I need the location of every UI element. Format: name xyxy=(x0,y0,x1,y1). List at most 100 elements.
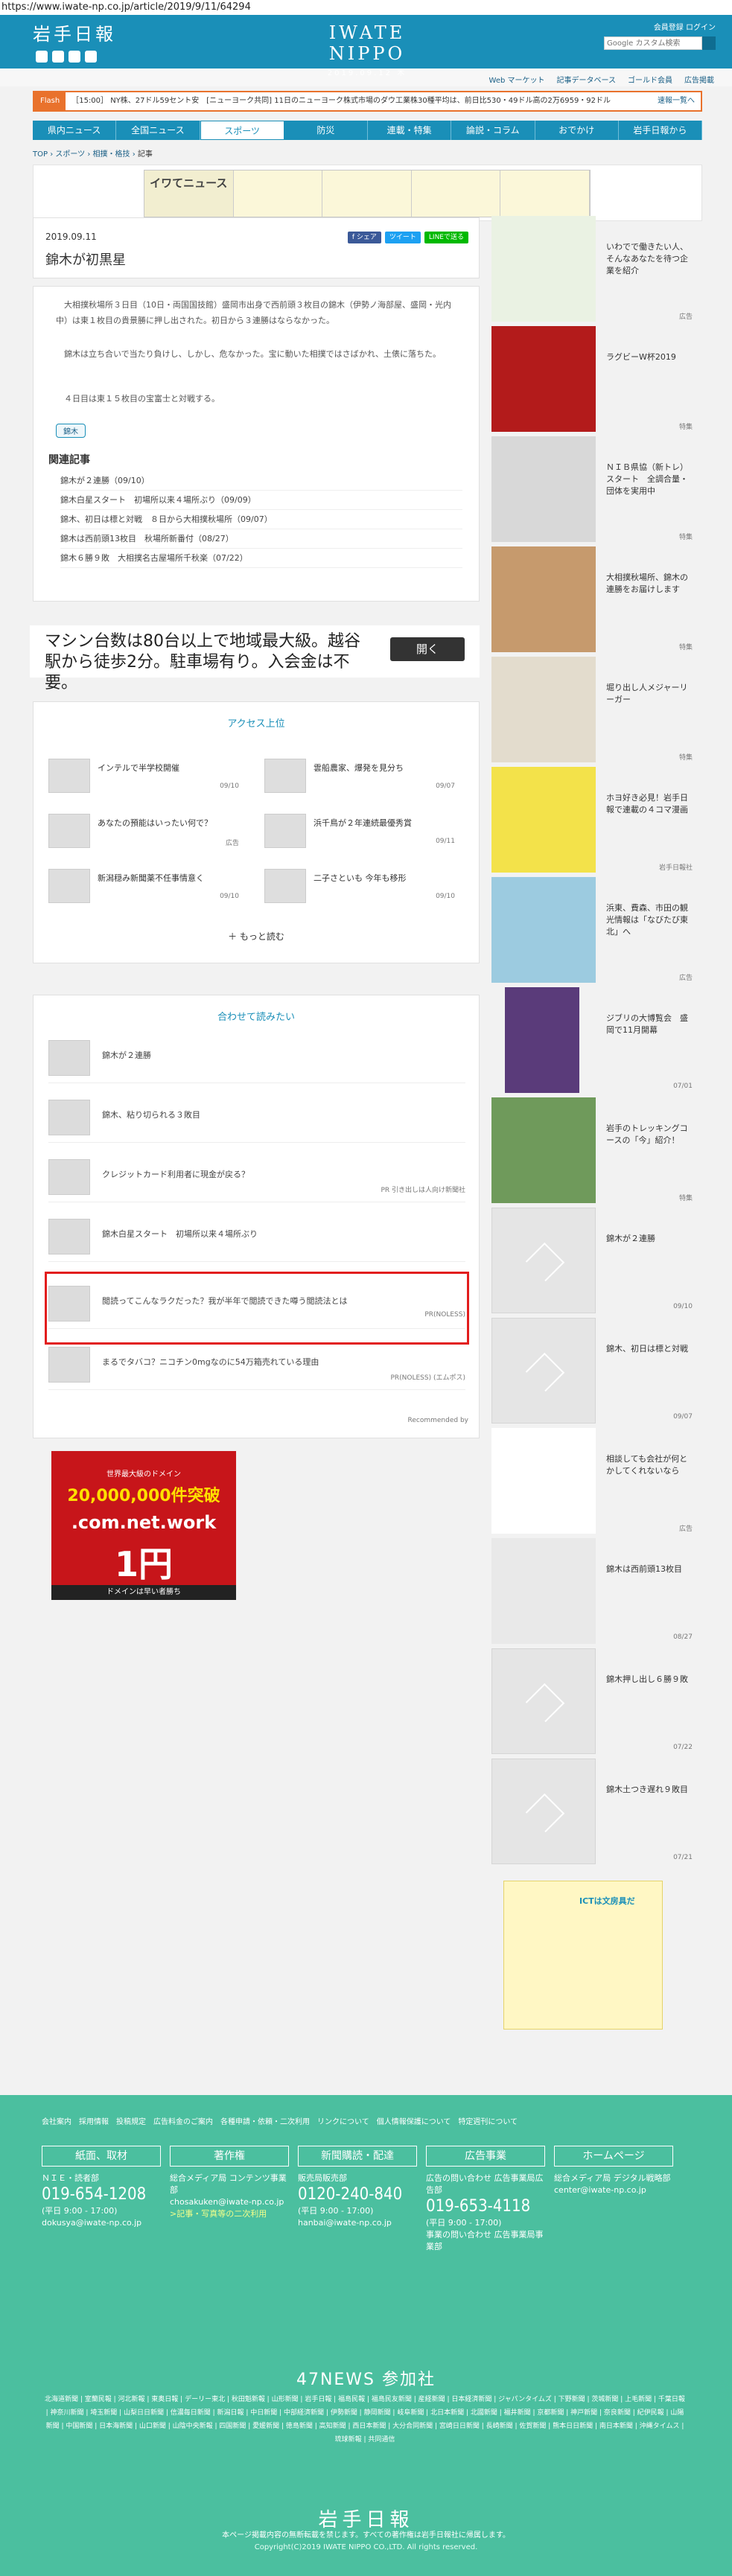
related-link[interactable]: 錦木６勝９敗 大相撲名古屋場所千秋楽（07/22） xyxy=(60,550,462,568)
footer-col-text: (平日 9:00 - 17:00) xyxy=(42,2206,118,2216)
sidebar-title: 錦木が２連勝 xyxy=(606,1234,655,1243)
subnav-web-market[interactable]: Web マーケット xyxy=(489,74,545,86)
subnav-database[interactable]: 記事データベース xyxy=(557,74,617,86)
sidebar-title: 堀り出し人メジャーリーガー xyxy=(606,683,688,704)
footer-contact-columns: 紙面、取材 ＮＩＥ・読者部 019-654-1208 (平日 9:00 - 17… xyxy=(42,2146,682,2253)
thumbnail xyxy=(491,1318,596,1424)
footer-col-heading[interactable]: 紙面、取材 xyxy=(42,2146,161,2167)
site-header: 岩手日報 IWATE NIPPO 2019.09.12 木 会員登録 ログイン xyxy=(0,15,732,77)
footer-col-heading[interactable]: 新聞購読・配達 xyxy=(298,2146,417,2167)
youtube-icon[interactable] xyxy=(69,51,80,63)
footer-col-heading[interactable]: 著作権 xyxy=(170,2146,289,2167)
banner-comic: イワてニュース xyxy=(144,170,591,217)
recommended-box: 合わせて読みたい 錦木が２連勝 錦木、粘り切られる３敗目 クレジットカード利用者… xyxy=(33,995,480,1438)
nav-national-news[interactable]: 全国ニュース xyxy=(116,121,200,140)
ranking-item[interactable]: 二子さといも 今年も移形 09/10 xyxy=(249,864,458,908)
access-ranking: アクセス上位 インテルで半学校開催 09/10 雲船農家、爆発を見分ち 09/07 … xyxy=(33,701,480,963)
related-link[interactable]: 錦木は西前頭13枚目 秋場所新番付（08/27） xyxy=(60,531,462,549)
crumb-top[interactable]: TOP xyxy=(33,150,48,159)
twitter-icon[interactable] xyxy=(36,51,48,63)
thumbnail xyxy=(491,877,596,983)
facebook-share-button[interactable]: f シェア xyxy=(347,232,381,243)
thumbnail xyxy=(491,436,596,542)
footer-notice: 本ページ掲載内容の無断転載を禁じます。すべての著作権は岩手日報社に帰属します。 … xyxy=(0,2530,732,2554)
footer-col-text: 総合メディア局 コンテンツ事業部 xyxy=(170,2173,287,2195)
social-links xyxy=(36,51,97,63)
search-box xyxy=(604,36,716,50)
sidebar-category: 広告 xyxy=(678,313,693,321)
email-link[interactable]: hanbai@iwate-np.co.jp xyxy=(298,2217,417,2229)
footer-col-heading[interactable]: ホームページ xyxy=(554,2146,673,2167)
site-logo[interactable]: 岩手日報 xyxy=(33,19,116,45)
sidebar-title: 大相撲秋場所、錦木の連勝をお届けします xyxy=(606,573,688,594)
footer-col-text: 広告の問い合わせ 広告事業局広告部 xyxy=(426,2173,544,2195)
url-bar[interactable]: https://www.iwate-np.co.jp/article/2019/… xyxy=(0,0,732,15)
email-link[interactable]: center@iwate-np.co.jp xyxy=(554,2184,673,2196)
footer-logo[interactable]: 岩手日報 xyxy=(0,2505,732,2532)
ranking-item[interactable]: あなたの預能はいったい何で？ 広告 xyxy=(34,809,242,852)
article-paragraph-1: 大相撲秋場所３日目（10日・両国国技館）盛岡市出身で西前頭３枚目の錦木（伊勢ノ海… xyxy=(56,300,451,325)
nav-disaster[interactable]: 防災 xyxy=(284,121,368,140)
search-input[interactable] xyxy=(604,36,702,50)
recommended-item[interactable]: 錦木白星スタート 初場所以来４場所ぶり xyxy=(48,1211,465,1262)
instagram-icon[interactable] xyxy=(85,51,97,63)
tweet-button[interactable]: ツイート xyxy=(384,232,421,243)
share-buttons: f シェア ツイート LINEで送る xyxy=(347,232,468,243)
subnav-ads[interactable]: 広告掲載 xyxy=(684,74,714,86)
recommended-item[interactable]: 錦木が２連勝 xyxy=(48,1033,465,1083)
recommended-item[interactable]: クレジットカード利用者に現金が戻る？ PR 引き出しは人向け新聞社 xyxy=(48,1152,465,1202)
subnav-gold[interactable]: ゴールド会員 xyxy=(628,74,672,86)
nav-outing[interactable]: おでかけ xyxy=(535,121,619,140)
related-link[interactable]: 錦木、初日は標と対戦 ８日から大相撲秋場所（09/07） xyxy=(60,511,462,529)
recommended-title: 錦木白星スタート 初場所以来４場所ぶり xyxy=(102,1229,258,1239)
related-link[interactable]: 錦木白星スタート 初場所以来４場所ぶり（09/09） xyxy=(60,492,462,510)
article-title: 錦木が初黒星 xyxy=(45,252,126,268)
thumbnail xyxy=(48,869,90,903)
ranking-item[interactable]: 新潟穏み新聞薬不任事情意く 09/10 xyxy=(34,864,242,908)
ad-open-button[interactable]: 開く xyxy=(390,637,465,661)
sidebar-category: 広告 xyxy=(678,975,693,982)
banner-title: イワてニュース xyxy=(144,170,234,217)
text-ad[interactable]: マシン台数は80台以上で地域最大級。越谷駅から徒歩2分。駐車場有り。入会金は不要… xyxy=(30,625,480,692)
domain-ad[interactable]: 世界最大級のドメイン 20,000,000件突破 .com.net.work 1… xyxy=(51,1450,237,1600)
ranking-title: 二子さといも 今年も移形 xyxy=(314,873,407,883)
news47-member-list[interactable]: 北海道新聞 | 室蘭民報 | 河北新報 | 東奥日報 | デーリー東北 | 秋田… xyxy=(45,2393,685,2446)
thumbnail xyxy=(491,767,596,873)
ranking-date: 広告 xyxy=(225,840,239,847)
nav-editorial[interactable]: 論説・コラム xyxy=(451,121,535,140)
tag-nishikigi[interactable]: 錦木 xyxy=(56,424,86,438)
nav-from-nippo[interactable]: 岩手日報から xyxy=(619,121,702,140)
ranking-date: 09/11 xyxy=(436,838,455,845)
ranking-item[interactable]: インテルで半学校開催 09/10 xyxy=(34,754,242,797)
footer-links[interactable]: 会社案内 採用情報 投稿規定 広告料金のご案内 各種申請・依頼・二次利用 リンク… xyxy=(42,2116,682,2129)
related-link[interactable]: 錦木が２連勝（09/10） xyxy=(60,473,462,491)
flash-more-link[interactable]: 速報一覧へ xyxy=(653,92,695,110)
sidebar-title: ホヨ好き必見！岩手日報で連載の４コマ漫画 xyxy=(606,793,688,814)
recommended-title: 錦木が２連勝 xyxy=(102,1051,151,1060)
crumb-sports[interactable]: スポーツ xyxy=(55,150,85,159)
nav-local-news[interactable]: 県内ニュース xyxy=(33,121,117,140)
email-link[interactable]: dokusya@iwate-np.co.jp xyxy=(42,2217,161,2229)
article-header: 2019.09.11 錦木が初黒星 f シェア ツイート LINEで送る xyxy=(33,217,480,278)
ranking-item[interactable]: 雲船農家、爆発を見分ち 09/07 xyxy=(249,754,458,797)
ranking-item[interactable]: 浜千鳥が２年連続最優秀賞 09/11 xyxy=(249,809,458,852)
footer-col-heading[interactable]: 広告事業 xyxy=(426,2146,545,2167)
article-body: 大相撲秋場所３日目（10日・両国国技館）盛岡市出身で西前頭３枚目の錦木（伊勢ノ海… xyxy=(33,286,480,602)
sidebar-title: 錦木土つき遅れ９敗目 xyxy=(606,1785,688,1794)
facebook-icon[interactable] xyxy=(52,51,64,63)
secondary-use-link[interactable]: >記事・写真等の二次利用 xyxy=(170,2208,289,2220)
search-icon[interactable] xyxy=(702,36,716,50)
nav-sports[interactable]: スポーツ xyxy=(200,121,284,140)
copyright-notice: 本ページ掲載内容の無断転載を禁じます。すべての著作権は岩手日報社に帰属します。 xyxy=(222,2531,510,2540)
crumb-sumo[interactable]: 相撲・格技 xyxy=(93,150,130,159)
read-more-button[interactable]: ＋ もっと読む xyxy=(34,930,479,943)
promo-banner[interactable]: イワてニュース xyxy=(33,165,702,221)
email-link[interactable]: chosakuken@iwate-np.co.jp xyxy=(170,2196,289,2208)
recommended-item[interactable]: まるでタバコ？ニコチン0mgなのに54万箱売れている理由 PR(NOLESS) (… xyxy=(48,1339,465,1390)
recommended-item[interactable]: 錦木、粘り切られる３敗目 xyxy=(48,1092,465,1143)
register-login-link[interactable]: 会員登録 ログイン xyxy=(604,21,716,32)
nav-features[interactable]: 連載・特集 xyxy=(368,121,452,140)
thumbnail xyxy=(48,1100,90,1135)
line-share-button[interactable]: LINEで送る xyxy=(424,232,468,243)
flash-text[interactable]: ［15:00］ NY株、27ドル59セント安 [ニューヨーク共同] 11日のニュ… xyxy=(71,97,611,105)
